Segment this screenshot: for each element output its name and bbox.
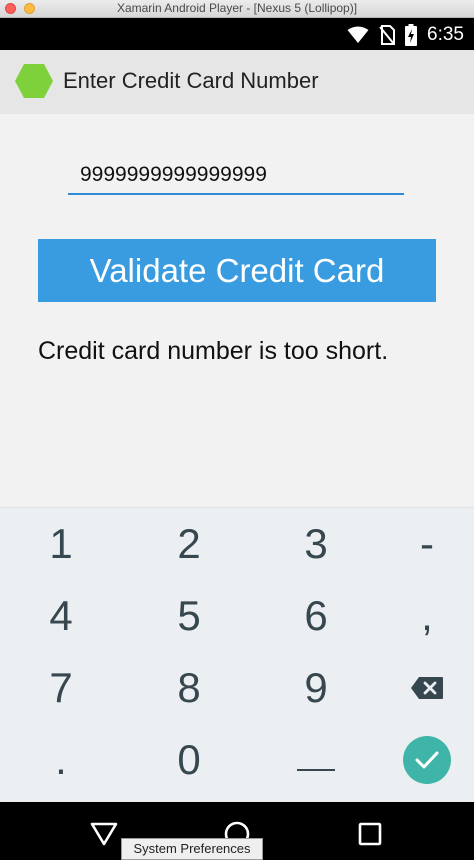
page-title: Enter Credit Card Number [63, 68, 319, 93]
enter-button[interactable] [403, 736, 451, 784]
key-8[interactable]: 8 [130, 652, 248, 724]
enter-check-icon [415, 751, 439, 769]
key-1[interactable]: 1 [2, 508, 120, 580]
validate-credit-card-button[interactable]: Validate Credit Card [38, 239, 436, 302]
backspace-icon [411, 677, 443, 699]
key-4[interactable]: 4 [2, 580, 120, 652]
key-6[interactable]: 6 [257, 580, 375, 652]
enter-key[interactable] [368, 724, 474, 796]
numeric-keyboard: 1 2 3 - 4 5 6 , 7 8 9 . 0 [0, 507, 474, 802]
no-sim-icon [379, 25, 396, 45]
status-bar: 6:35 [0, 18, 474, 50]
space-icon [297, 769, 335, 771]
key-3[interactable]: 3 [257, 508, 375, 580]
battery-charging-icon [405, 24, 418, 46]
space-key[interactable] [257, 724, 375, 796]
window-titlebar: Xamarin Android Player - [Nexus 5 (Lolli… [0, 0, 474, 18]
back-icon[interactable] [90, 820, 118, 848]
validation-result-message: Credit card number is too short. [38, 337, 389, 365]
emulator-screen: Xamarin Android Player - [Nexus 5 (Lolli… [0, 0, 474, 860]
key-7[interactable]: 7 [2, 652, 120, 724]
key-0[interactable]: 0 [130, 724, 248, 796]
wifi-icon [347, 26, 369, 43]
card-number-input[interactable] [68, 157, 404, 195]
recents-icon[interactable] [356, 820, 384, 848]
key-dash[interactable]: - [368, 508, 474, 580]
key-5[interactable]: 5 [130, 580, 248, 652]
clock: 6:35 [427, 24, 464, 45]
backspace-key[interactable] [368, 652, 474, 724]
key-2[interactable]: 2 [130, 508, 248, 580]
main-content: Validate Credit Card Credit card number … [0, 114, 474, 507]
window-title: Xamarin Android Player - [Nexus 5 (Lolli… [116, 1, 358, 15]
system-preferences-tooltip: System Preferences [121, 838, 263, 860]
key-9[interactable]: 9 [257, 652, 375, 724]
hexagon-logo-icon [15, 64, 53, 98]
key-comma[interactable]: , [368, 580, 474, 652]
app-bar: Enter Credit Card Number [0, 50, 474, 114]
key-dot[interactable]: . [2, 724, 120, 796]
